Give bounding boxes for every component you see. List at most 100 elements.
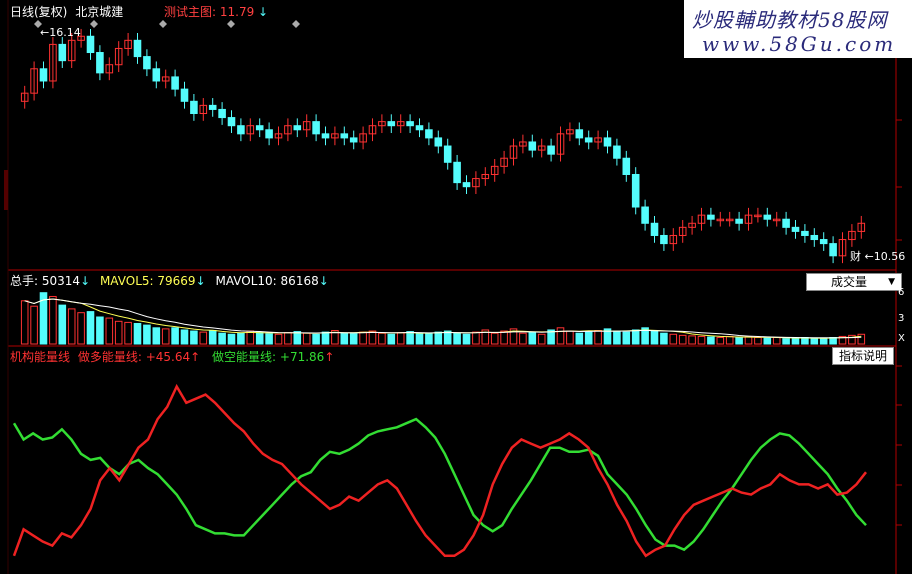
candle-body xyxy=(180,88,189,102)
period-label: 日线(复权) 北京城建 xyxy=(10,5,123,19)
inst-energy-label: 机构能量线 xyxy=(10,350,71,364)
indicator-lines xyxy=(12,383,867,558)
volume-bar xyxy=(669,333,678,345)
candle-body xyxy=(660,234,668,245)
candle-body xyxy=(58,43,67,62)
volume-bar xyxy=(857,333,866,345)
volume-bar xyxy=(782,338,790,345)
candle-body xyxy=(528,141,537,151)
volume-bar xyxy=(631,329,640,345)
candle-body xyxy=(218,108,226,119)
watermark-title: 炒股輔助教材58股网 xyxy=(692,8,888,32)
volume-bar xyxy=(312,333,320,345)
volume-bar xyxy=(697,335,706,345)
volume-bar xyxy=(58,304,67,345)
volume-bar xyxy=(227,333,236,345)
signal-diamond-icon xyxy=(90,20,98,28)
volume-bar xyxy=(105,317,114,345)
signal-diamond-icon xyxy=(292,20,300,28)
volume-bar xyxy=(519,332,527,345)
main-indicator-text: 测试主图: 11.79 xyxy=(164,5,255,19)
volume-bar xyxy=(791,337,800,345)
candle-body xyxy=(631,173,640,208)
volume-bar xyxy=(265,333,273,345)
watermark-url: www.58Gu.com xyxy=(702,32,897,56)
arrow-left-icon: ← xyxy=(864,250,874,263)
volume-bar xyxy=(378,332,386,345)
total-value: 50314 xyxy=(41,274,81,288)
candle-body xyxy=(453,161,461,184)
candle-body xyxy=(735,218,743,224)
candle-body xyxy=(584,137,593,143)
low-price-value: 10.56 xyxy=(873,250,906,263)
volume-bar xyxy=(500,330,508,345)
vol-axis-tick-high: 6 xyxy=(898,287,905,298)
volume-bar xyxy=(472,331,480,345)
volume-bar xyxy=(763,337,772,345)
watermark-logo: 炒股輔助教材58股网 www.58Gu.com xyxy=(684,0,912,58)
candle-body xyxy=(613,145,621,159)
candle-body xyxy=(208,104,217,110)
candle-body xyxy=(603,137,612,147)
indicator-header: 机构能量线 做多能量线: +45.64↑ 做空能量线: +71.86↑ xyxy=(10,350,334,364)
main-indicator-readout: 测试主图: 11.79 ↓ xyxy=(164,5,268,19)
volume-bar xyxy=(660,332,668,345)
candle-body xyxy=(321,133,330,139)
volume-bar xyxy=(725,335,734,345)
volume-bar xyxy=(744,336,753,345)
volume-indicator-dropdown[interactable]: 成交量 ▼ xyxy=(806,273,902,291)
candle-body xyxy=(96,52,104,74)
volume-bar xyxy=(735,337,743,345)
down-arrow-icon: ↓ xyxy=(80,274,91,288)
volume-bar xyxy=(415,333,424,345)
indicator-help-button[interactable]: 指标说明 xyxy=(832,347,895,365)
mavol5-label: MAVOL5: xyxy=(99,274,154,288)
volume-bar xyxy=(96,316,104,345)
volume-bars xyxy=(20,292,866,345)
volume-bar xyxy=(396,332,405,345)
volume-bar xyxy=(199,331,208,345)
volume-dropdown-label: 成交量 xyxy=(831,275,868,289)
candle-body xyxy=(349,137,358,143)
volume-bar xyxy=(133,322,142,345)
volume-bar xyxy=(321,331,330,345)
candle-body xyxy=(237,125,245,135)
down-arrow-icon: ↓ xyxy=(195,274,206,288)
high-price-label: ←16.14 xyxy=(40,26,81,40)
volume-bar xyxy=(810,338,819,345)
volume-bar xyxy=(86,311,95,345)
volume-bar xyxy=(584,331,593,345)
up-arrow-icon: ↑ xyxy=(324,350,335,364)
arrow-left-icon: ← xyxy=(40,26,50,39)
volume-bar xyxy=(124,321,132,345)
volume-bar xyxy=(754,337,762,345)
volume-bar xyxy=(302,332,311,345)
long-energy-label: 做多能量线: xyxy=(77,350,142,364)
down-arrow-icon: ↓ xyxy=(258,5,269,19)
short-energy-label: 做空能量线: xyxy=(212,350,277,364)
candle-body xyxy=(39,68,48,82)
volume-bar xyxy=(114,320,123,345)
volume-bar xyxy=(406,331,414,345)
candle-body xyxy=(443,145,452,163)
volume-bar xyxy=(453,332,461,345)
volume-bar xyxy=(594,330,602,345)
candle-body xyxy=(387,121,396,127)
candle-body xyxy=(171,76,179,90)
volume-bar xyxy=(152,327,161,345)
volume-bar xyxy=(650,330,659,345)
candle-body xyxy=(425,129,433,139)
volume-header: 总手: 50314↓ MAVOL5: 79669↓ MAVOL10: 86168… xyxy=(10,274,329,288)
mavol10-value: 86168 xyxy=(280,274,319,288)
candle-body xyxy=(829,243,837,257)
chevron-down-icon: ▼ xyxy=(888,277,895,287)
volume-bar xyxy=(678,334,687,345)
candle-body xyxy=(406,121,414,127)
candle-body xyxy=(819,239,828,245)
volume-bar xyxy=(566,330,574,345)
candle-body xyxy=(763,214,772,220)
candle-body xyxy=(227,117,236,127)
left-scroll-marker xyxy=(4,170,8,210)
candle-body xyxy=(641,206,649,224)
volume-bar xyxy=(161,328,170,345)
